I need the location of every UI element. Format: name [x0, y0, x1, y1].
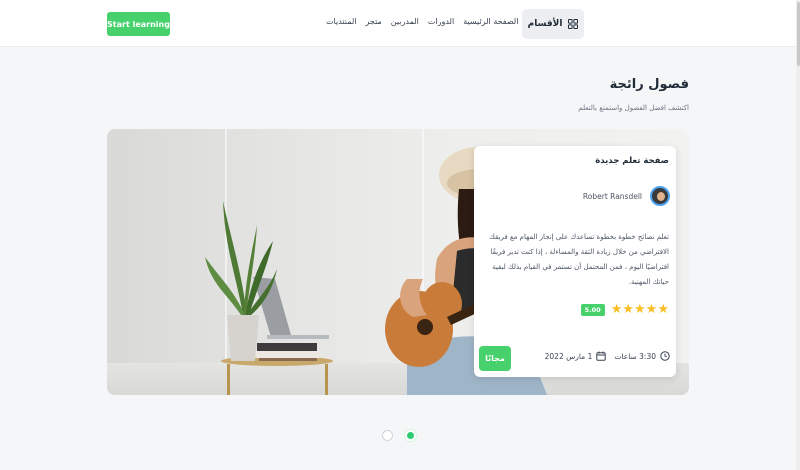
author-name[interactable]: Robert Ransdell	[583, 192, 642, 201]
course-title[interactable]: صفحة تعلم جديدة	[595, 156, 669, 166]
rating-badge: 5.00	[580, 303, 605, 316]
author-avatar	[650, 186, 670, 206]
main-nav: الصفحة الرئيسية الدورات المدربين متجر ال…	[326, 17, 518, 31]
date-text: 1 مارس 2022	[544, 351, 593, 361]
top-header: Start learning الصفحة الرئيسية الدورات ا…	[0, 0, 796, 47]
course-meta: 3:30 ساعات 1 مارس 2022	[545, 351, 670, 361]
clock-icon	[660, 351, 670, 361]
course-duration: 3:30 ساعات	[614, 351, 670, 361]
grid-icon	[568, 19, 579, 29]
nav-item-instructors[interactable]: المدربين	[391, 17, 419, 31]
duration-text: 3:30 ساعات	[614, 351, 656, 361]
nav-item-forums[interactable]: المنتديات	[326, 17, 357, 31]
nav-item-store[interactable]: متجر	[366, 17, 382, 31]
carousel-dot-2-active[interactable]	[405, 430, 416, 441]
free-enroll-button[interactable]: مجانًا	[479, 346, 511, 371]
course-description: تعلم نصائح خطوة بخطوة تساعدك على إنجاز ا…	[489, 233, 669, 286]
course-card[interactable]: صفحة تعلم جديدة Robert Ransdell تعلم نصا…	[474, 146, 676, 377]
categories-button[interactable]: الأقسام	[522, 9, 584, 39]
avatar-face	[657, 192, 665, 201]
nav-item-home[interactable]: الصفحة الرئيسية	[463, 17, 518, 31]
star-rating-icons: ★★★★★	[610, 302, 669, 317]
section-subtitle: اكتشف افضل الفصول واستمتع بالتعلم	[578, 104, 689, 112]
section-title: فصول رائجة	[609, 77, 689, 92]
start-learning-button[interactable]: Start learning	[107, 12, 170, 36]
carousel-dot-1[interactable]	[382, 430, 393, 441]
calendar-icon	[596, 351, 607, 361]
course-rating: ★★★★★ 5.00	[580, 302, 669, 317]
page-scrollbar[interactable]	[796, 0, 800, 470]
course-author[interactable]: Robert Ransdell	[583, 186, 670, 206]
categories-label: الأقسام	[527, 19, 563, 29]
carousel-pagination	[382, 430, 416, 441]
course-date: 1 مارس 2022	[545, 351, 607, 361]
nav-item-courses[interactable]: الدورات	[428, 17, 454, 31]
